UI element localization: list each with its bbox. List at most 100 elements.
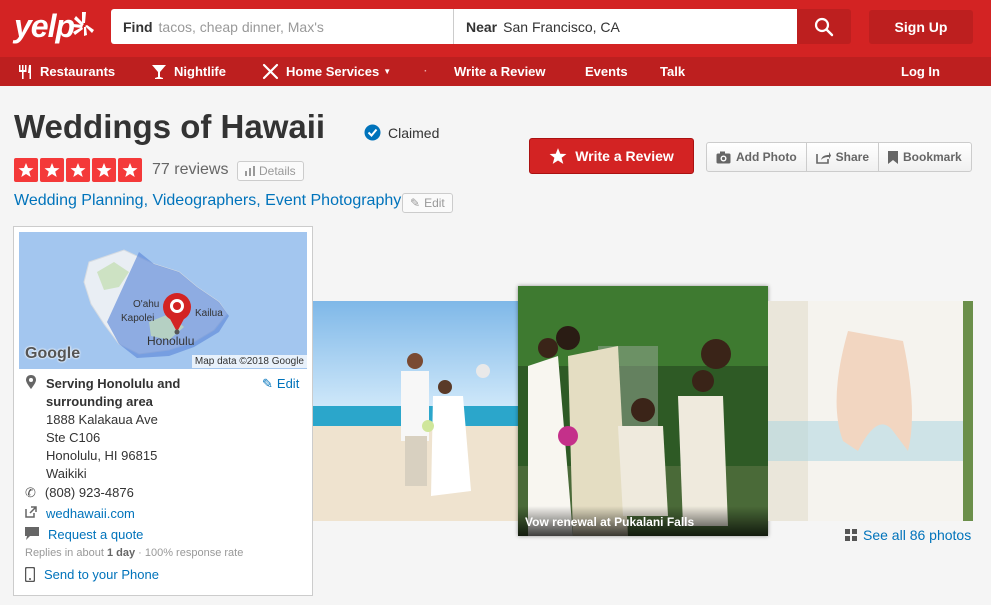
bookmark-label: Bookmark bbox=[903, 150, 962, 164]
star-icon bbox=[92, 158, 116, 182]
map-info-box: O'ahu Kapolei Kailua Honolulu Google Map… bbox=[13, 226, 313, 596]
star-icon bbox=[118, 158, 142, 182]
near-value: San Francisco, CA bbox=[503, 18, 620, 35]
bar-chart-icon bbox=[245, 166, 255, 176]
pencil-icon: ✎ bbox=[410, 196, 421, 210]
nav-home-services[interactable]: Home Services ▼ bbox=[262, 57, 391, 86]
address-line: Honolulu, HI 96815 bbox=[46, 448, 158, 463]
pencil-icon: ✎ bbox=[262, 376, 273, 391]
claimed-label: Claimed bbox=[388, 124, 440, 141]
see-all-label: See all 86 photos bbox=[863, 527, 972, 543]
message-icon bbox=[25, 527, 39, 540]
reply-prefix: Replies in about bbox=[25, 547, 104, 559]
service-area: Serving Honolulu and surrounding area bbox=[46, 376, 181, 409]
share-label: Share bbox=[835, 150, 870, 164]
nav-events[interactable]: Events bbox=[585, 57, 628, 86]
website-link[interactable]: wedhawaii.com bbox=[46, 506, 135, 521]
category-link[interactable]: Wedding Planning bbox=[14, 192, 144, 209]
category-link[interactable]: Event Photography bbox=[265, 192, 401, 209]
website-row: wedhawaii.com bbox=[25, 506, 135, 521]
verified-check-icon bbox=[364, 124, 381, 141]
star-icon bbox=[549, 148, 567, 164]
details-button[interactable]: Details bbox=[237, 161, 304, 181]
add-photo-label: Add Photo bbox=[736, 150, 797, 164]
external-link-icon bbox=[25, 506, 37, 518]
yelp-logo[interactable]: yelp bbox=[14, 8, 96, 48]
bookmark-icon bbox=[888, 150, 899, 164]
nav-talk[interactable]: Talk bbox=[660, 57, 685, 86]
mobile-phone-icon bbox=[25, 567, 35, 582]
details-label: Details bbox=[259, 164, 296, 178]
category-link[interactable]: Videographers bbox=[152, 192, 256, 209]
nav-nightlife[interactable]: Nightlife bbox=[151, 57, 226, 86]
star-icon bbox=[66, 158, 90, 182]
review-count[interactable]: 77 reviews bbox=[152, 161, 228, 179]
map-marker-icon bbox=[26, 375, 36, 389]
map-label-kapolei: Kapolei bbox=[121, 313, 155, 324]
find-placeholder: tacos, cheap dinner, Max's bbox=[158, 18, 324, 35]
nav-bar: Restaurants Nightlife Home Services ▼ · … bbox=[0, 57, 991, 86]
fork-knife-icon bbox=[19, 64, 31, 79]
map-attribution: Map data ©2018 Google bbox=[191, 355, 307, 368]
photo-beach-couple[interactable] bbox=[313, 301, 518, 521]
address-line: 1888 Kalakaua Ave bbox=[46, 412, 158, 427]
near-label: Near bbox=[466, 18, 498, 35]
nav-write-review[interactable]: Write a Review bbox=[454, 57, 546, 86]
reply-time: 1 day bbox=[106, 547, 136, 559]
photo-hands[interactable] bbox=[768, 301, 973, 521]
bookmark-button[interactable]: Bookmark bbox=[879, 143, 971, 171]
cocktail-icon bbox=[152, 64, 166, 79]
address-row: Serving Honolulu and surrounding area 18… bbox=[25, 375, 246, 483]
write-review-label: Write a Review bbox=[575, 148, 674, 164]
search-bar: Find tacos, cheap dinner, Max's Near San… bbox=[111, 9, 797, 44]
response-info: Replies in about 1 day · 100% response r… bbox=[25, 547, 243, 559]
photo-vow-renewal[interactable]: Vow renewal at Pukalani Falls bbox=[518, 286, 768, 536]
nav-restaurants[interactable]: Restaurants bbox=[17, 57, 115, 86]
star-icon bbox=[40, 158, 64, 182]
address-line: Waikiki bbox=[46, 466, 87, 481]
action-buttons: Add Photo Share Bookmark bbox=[706, 142, 972, 172]
request-quote-link[interactable]: Request a quote bbox=[48, 527, 143, 542]
write-review-button[interactable]: Write a Review bbox=[529, 138, 694, 174]
logo-text: yelp bbox=[14, 8, 75, 44]
add-photo-button[interactable]: Add Photo bbox=[707, 143, 807, 171]
share-button[interactable]: Share bbox=[807, 143, 880, 171]
phone-number: (808) 923-4876 bbox=[44, 485, 134, 500]
tools-icon bbox=[262, 63, 279, 80]
find-label: Find bbox=[123, 18, 153, 35]
edit-label: Edit bbox=[276, 376, 300, 391]
map-label-oahu: O'ahu bbox=[133, 299, 160, 310]
map-label-kailua: Kailua bbox=[195, 308, 223, 319]
claimed-badge: Claimed bbox=[364, 124, 439, 141]
business-name: Weddings of Hawaii bbox=[14, 108, 326, 145]
nav-label: Home Services bbox=[286, 64, 380, 79]
phone-icon: ✆ bbox=[25, 485, 36, 500]
nav-label: Restaurants bbox=[40, 64, 116, 79]
nav-login[interactable]: Log In bbox=[901, 57, 940, 86]
signup-button[interactable]: Sign Up bbox=[869, 10, 973, 44]
map[interactable]: O'ahu Kapolei Kailua Honolulu Google Map… bbox=[19, 232, 307, 369]
search-button[interactable] bbox=[797, 9, 851, 44]
phone-row: ✆ (808) 923-4876 bbox=[25, 485, 134, 501]
edit-categories-button[interactable]: ✎ Edit bbox=[402, 193, 453, 213]
category-list: Wedding Planning, Videographers, Event P… bbox=[14, 192, 402, 209]
nav-separator: · bbox=[424, 66, 428, 77]
send-to-phone-link[interactable]: Send to your Phone bbox=[44, 567, 159, 582]
edit-address-link[interactable]: ✎ Edit bbox=[262, 376, 299, 392]
search-icon bbox=[814, 17, 834, 36]
address-line: Ste C106 bbox=[46, 430, 101, 445]
grid-icon bbox=[845, 529, 857, 541]
star-rating bbox=[14, 158, 142, 182]
near-input[interactable]: Near San Francisco, CA bbox=[454, 9, 797, 44]
share-icon bbox=[815, 151, 831, 164]
photo-caption: Vow renewal at Pukalani Falls bbox=[518, 506, 768, 536]
see-all-photos-link[interactable]: See all 86 photos bbox=[845, 527, 971, 543]
reply-suffix: · 100% response rate bbox=[135, 547, 244, 559]
quote-row: Request a quote bbox=[25, 527, 143, 542]
find-input[interactable]: Find tacos, cheap dinner, Max's bbox=[111, 9, 454, 44]
google-logo: Google bbox=[25, 345, 81, 362]
chevron-down-icon: ▼ bbox=[383, 67, 392, 76]
star-icon bbox=[14, 158, 38, 182]
edit-label: Edit bbox=[424, 196, 445, 210]
top-header: yelp Find tacos, cheap dinner, Max's Nea… bbox=[0, 0, 991, 57]
